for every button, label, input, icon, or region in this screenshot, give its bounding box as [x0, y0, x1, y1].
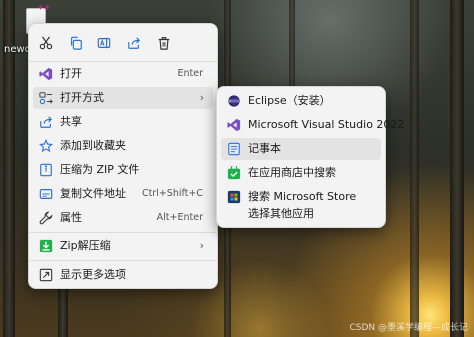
delete-button[interactable] — [153, 33, 175, 53]
watermark: CSDN @墨溪学编程—成长记 — [349, 323, 468, 333]
zip-extract-icon — [39, 239, 53, 253]
menu-item-label: 属性 — [60, 211, 82, 224]
submenu-item-notepad[interactable]: 记事本 — [221, 138, 381, 160]
menu-item-shortcut: Alt+Enter — [156, 212, 203, 223]
menu-item-label: 压缩为 ZIP 文件 — [60, 163, 140, 176]
open-with-submenu: Eclipse（安装） Microsoft Visual Studio 2022… — [216, 86, 404, 228]
wrench-icon — [39, 211, 53, 225]
rename-icon — [97, 37, 111, 49]
menu-item-label: 共享 — [60, 115, 82, 128]
chevron-right-icon: › — [199, 239, 204, 252]
menu-item-properties[interactable]: 属性 Alt+Enter — [33, 207, 213, 229]
menu-item-copy-path[interactable]: 复制文件地址 Ctrl+Shift+C — [33, 183, 213, 205]
menu-item-label: 打开方式 — [60, 91, 104, 104]
menu-item-shortcut: Enter — [177, 68, 204, 79]
star-icon — [39, 139, 53, 153]
submenu-item-search-store[interactable]: 在应用商店中搜索 — [221, 162, 381, 184]
context-menu: 打开 Enter 打开方式 › 共享 添加到收藏夹 压缩为 ZIP 文件 复制文… — [28, 23, 218, 289]
share-icon — [128, 37, 141, 49]
visual-studio-icon — [227, 118, 241, 132]
menu-item-add-to-favorites[interactable]: 添加到收藏夹 — [33, 135, 213, 157]
tree-trunk — [410, 0, 419, 337]
submenu-item-label: 在应用商店中搜索 — [248, 166, 336, 179]
submenu-item-label: 选择其他应用 — [248, 207, 314, 220]
menu-item-label: Zip解压缩 — [60, 239, 111, 252]
notepad-icon — [227, 142, 241, 156]
submenu-item-eclipse[interactable]: Eclipse（安装） — [221, 90, 381, 112]
rename-button[interactable] — [93, 33, 115, 53]
menu-item-open-with[interactable]: 打开方式 › — [33, 87, 213, 109]
submenu-item-label: Microsoft Visual Studio 2022 — [248, 118, 405, 131]
share-icon — [39, 115, 53, 129]
tree-trunk — [289, 0, 295, 90]
menu-item-label: 添加到收藏夹 — [60, 139, 126, 152]
cut-button[interactable] — [35, 33, 57, 53]
menu-separator — [29, 260, 217, 261]
microsoft-store-icon — [227, 190, 241, 204]
submenu-item-choose-other-app[interactable]: 选择其他应用 — [221, 204, 381, 226]
context-menu-toolbar — [29, 24, 217, 62]
copy-path-icon — [39, 187, 53, 201]
share-button[interactable] — [123, 33, 145, 53]
copy-button[interactable] — [65, 33, 87, 53]
desktop-file-label[interactable]: newc — [4, 44, 30, 55]
menu-item-open[interactable]: 打开 Enter — [33, 63, 213, 85]
submenu-item-label: 记事本 — [248, 142, 281, 155]
cpp-mark-icon: ⁺⁺ — [37, 3, 51, 18]
menu-item-share[interactable]: 共享 — [33, 111, 213, 133]
menu-item-compress-zip[interactable]: 压缩为 ZIP 文件 — [33, 159, 213, 181]
more-options-icon — [39, 268, 53, 282]
menu-item-shortcut: Ctrl+Shift+C — [141, 188, 203, 199]
cut-icon — [39, 36, 53, 50]
menu-item-zip-extract[interactable]: Zip解压缩 › — [33, 235, 213, 257]
copy-icon — [71, 36, 82, 50]
menu-separator — [29, 232, 217, 233]
eclipse-icon — [227, 94, 241, 108]
delete-icon — [158, 37, 170, 50]
submenu-item-label: Eclipse（安装） — [248, 94, 331, 107]
store-icon — [227, 166, 241, 180]
submenu-item-label: 搜索 Microsoft Store — [248, 190, 357, 203]
visual-studio-icon — [39, 67, 53, 81]
chevron-right-icon: › — [199, 91, 204, 104]
zip-icon — [39, 163, 53, 177]
open-with-icon — [39, 91, 53, 105]
menu-separator — [29, 61, 217, 62]
menu-item-label: 显示更多选项 — [60, 268, 126, 281]
tree-trunk — [450, 0, 464, 337]
menu-item-label: 打开 — [60, 67, 82, 80]
menu-item-show-more-options[interactable]: 显示更多选项 — [33, 264, 213, 286]
submenu-item-visual-studio[interactable]: Microsoft Visual Studio 2022 — [221, 114, 404, 136]
menu-item-label: 复制文件地址 — [60, 187, 126, 200]
